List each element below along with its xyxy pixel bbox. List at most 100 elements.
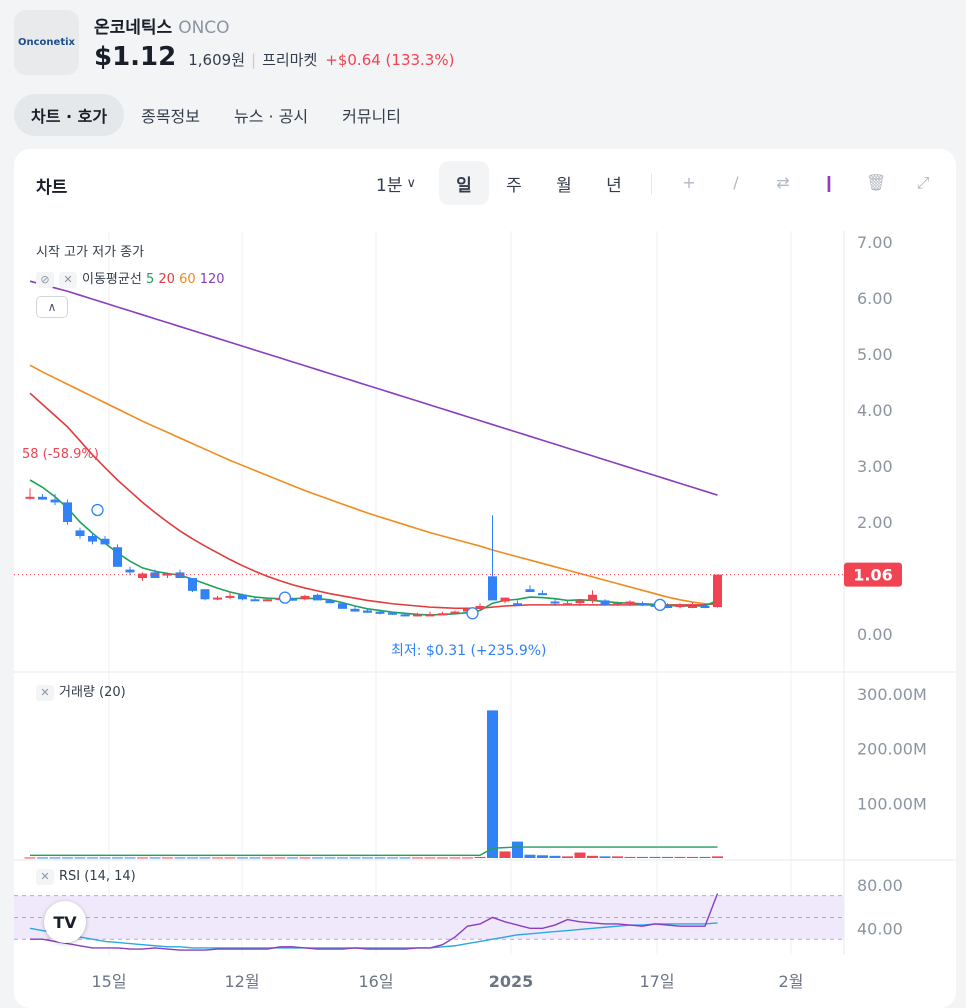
candle [425, 614, 435, 617]
close-icon[interactable]: ✕ [36, 685, 54, 701]
candle [675, 604, 685, 608]
candle [263, 599, 272, 602]
tab-news[interactable]: 뉴스 · 공시 [217, 94, 325, 136]
rsi-tick-label: 40.00 [857, 919, 903, 938]
volume-bar [249, 857, 261, 859]
y-tick-label: 4.00 [857, 401, 893, 420]
candle [563, 603, 572, 606]
volume-bar [699, 856, 711, 858]
volume-bar [224, 857, 236, 859]
ma20-line [29, 392, 718, 610]
candle [325, 600, 335, 604]
volume-bar [437, 857, 448, 859]
volume-tick-label: 100.00M [857, 794, 927, 813]
volume-bar [624, 856, 636, 858]
volume-bar [512, 841, 523, 858]
candle [688, 606, 697, 608]
volume-bar [237, 857, 248, 859]
event-marker [278, 591, 292, 604]
low-marker: 최저: $0.31 (+235.9%) [391, 643, 547, 659]
candle [38, 496, 47, 500]
volume-ma-line [30, 846, 718, 856]
volume-bar [87, 857, 98, 859]
candle [488, 576, 497, 601]
candle [88, 536, 97, 542]
candle [350, 608, 360, 612]
ma-label: 이동평균선 [82, 272, 142, 287]
ohlc-legend: 시작 고가 저가 종가 [36, 245, 145, 260]
y-tick-label: 3.00 [857, 457, 893, 476]
rsi-label: RSI (14, 14) [59, 869, 136, 884]
y-tick-label: 5.00 [857, 345, 893, 364]
y-tick-label: 2.00 [857, 513, 893, 532]
price-change: +$0.64 (133.3%) [325, 51, 455, 69]
candle [538, 593, 547, 596]
ma-120: 120 [199, 272, 225, 287]
event-marker [466, 607, 479, 620]
tab-community[interactable]: 커뮤니티 [325, 94, 418, 136]
volume-bar [374, 857, 386, 859]
volume-bar [399, 857, 411, 859]
x-tick-label: 12월 [224, 972, 259, 991]
volume-bar [387, 857, 398, 859]
x-tick-label: 15일 [91, 972, 126, 991]
volume-bar [287, 857, 298, 859]
volume-bar [199, 857, 211, 859]
volume-bar [324, 857, 336, 859]
rsi-tick-label: 80.00 [857, 876, 903, 895]
volume-tick-label: 300.00M [857, 685, 927, 704]
volume-bar [449, 857, 461, 859]
candle [213, 597, 222, 600]
stock-name: 온코네틱스 [94, 18, 173, 38]
candle [500, 597, 510, 602]
volume-bar [487, 710, 498, 858]
price-row: $1.12 1,609원 | 프리마켓 +$0.64 (133.3%) [94, 42, 454, 72]
volume-bar [299, 857, 311, 859]
volume-bar [362, 857, 373, 859]
event-marker [653, 598, 667, 612]
price-krw: 1,609원 [188, 51, 245, 69]
candle [200, 589, 210, 600]
volume-bar [137, 857, 148, 859]
volume-bar [549, 855, 561, 858]
candle [50, 499, 60, 503]
candle [113, 547, 122, 567]
volume-label: 거래량 (20) [59, 685, 126, 700]
volume-bar [349, 857, 361, 859]
chevron-up-icon[interactable]: ∧ [36, 296, 68, 318]
x-tick-label: 17일 [639, 972, 674, 991]
company-logo: Onconetix [14, 10, 79, 75]
ma-5: 5 [145, 272, 155, 287]
tab-stock-info[interactable]: 종목정보 [124, 94, 217, 136]
volume-bar [674, 856, 686, 858]
stock-header: Onconetix 온코네틱스 ONCO $1.12 1,609원 | 프리마켓 … [0, 0, 966, 90]
volume-bar [574, 852, 586, 858]
volume-bar [637, 856, 648, 858]
volume-bar [599, 856, 611, 858]
ma120-line [29, 280, 718, 496]
candle [63, 502, 72, 522]
candle [713, 574, 722, 608]
volume-bar [174, 857, 186, 859]
volume-bar [662, 856, 673, 858]
candle [225, 595, 235, 598]
candle [613, 603, 622, 606]
candle [525, 589, 535, 592]
volume-bar [37, 857, 48, 859]
candle [450, 611, 460, 614]
eye-off-icon[interactable]: ⊘ [36, 272, 54, 288]
candle [700, 606, 710, 608]
close-icon[interactable]: ✕ [36, 869, 54, 885]
volume-bar [337, 857, 348, 859]
tradingview-logo[interactable]: TV [44, 901, 86, 943]
volume-bar [499, 851, 511, 858]
tab-chart-orderbook[interactable]: 차트 · 호가 [14, 94, 125, 136]
volume-bar [124, 857, 136, 859]
volume-bar [474, 856, 486, 858]
close-icon[interactable]: ✕ [59, 272, 77, 288]
volume-bar [212, 857, 223, 859]
candle [388, 612, 397, 615]
volume-bar [562, 856, 573, 858]
ma-60: 60 [179, 272, 196, 287]
volume-bar [312, 857, 323, 859]
